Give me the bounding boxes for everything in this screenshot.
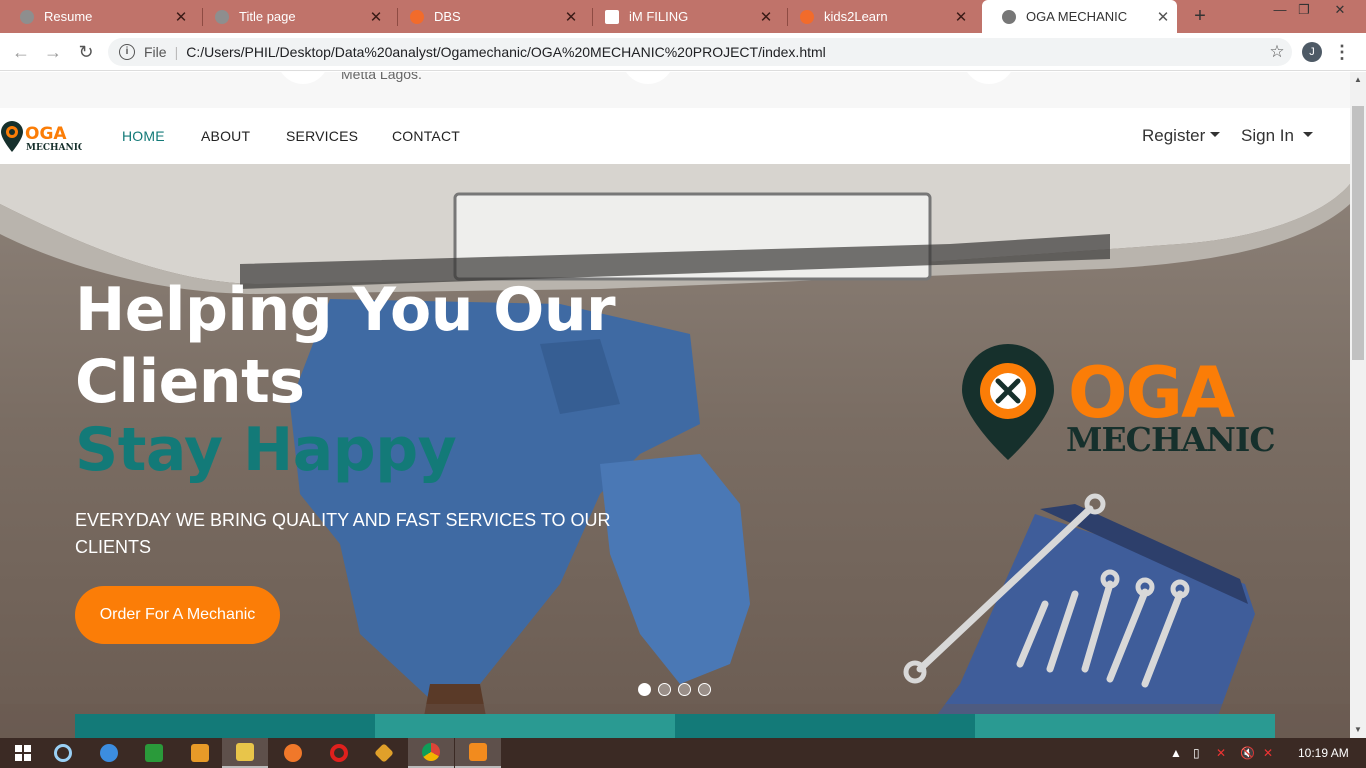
tab-resume[interactable]: Resume ✕ bbox=[0, 0, 195, 33]
ie-icon[interactable] bbox=[86, 738, 132, 768]
location-circle bbox=[277, 72, 329, 84]
scroll-down-icon[interactable]: ▼ bbox=[1350, 722, 1366, 738]
scrollbar-thumb[interactable] bbox=[1352, 106, 1364, 360]
nav-home[interactable]: HOME bbox=[122, 128, 165, 144]
restore-icon[interactable]: ❐ bbox=[1290, 0, 1318, 22]
feature-box bbox=[375, 714, 675, 738]
hero-headline-accent: Stay Happy bbox=[75, 415, 457, 485]
email-circle bbox=[963, 72, 1015, 84]
media-player-icon[interactable] bbox=[177, 738, 223, 768]
tab-oga-mechanic[interactable]: OGA MECHANIC ✕ bbox=[982, 0, 1177, 33]
phone-circle bbox=[622, 72, 674, 84]
address-fragment: Metta Lagos. bbox=[341, 72, 422, 82]
hero-brand-logo: OGA MECHANIC bbox=[962, 344, 1276, 460]
file-explorer-icon[interactable] bbox=[222, 738, 268, 768]
close-icon[interactable]: ✕ bbox=[167, 8, 195, 26]
carousel-indicators bbox=[638, 683, 711, 696]
hero-carousel: Helping You Our Clients Stay Happy EVERY… bbox=[0, 164, 1350, 738]
reload-icon[interactable]: ↻ bbox=[75, 41, 97, 63]
close-icon[interactable]: ✕ bbox=[947, 8, 975, 26]
bookmark-star-icon[interactable]: ☆ bbox=[1262, 42, 1292, 62]
feature-box bbox=[75, 714, 375, 738]
volume-icon[interactable]: 🔇 bbox=[1240, 738, 1255, 768]
url-text[interactable]: C:/Users/PHIL/Desktop/Data%20analyst/Oga… bbox=[186, 44, 1262, 60]
tab-title-page[interactable]: Title page ✕ bbox=[195, 0, 390, 33]
page-scrollbar[interactable]: ▲ ▼ bbox=[1350, 72, 1366, 738]
register-dropdown[interactable]: Register bbox=[1142, 126, 1221, 146]
tab-dbs[interactable]: DBS ✕ bbox=[390, 0, 585, 33]
hero-subtext: EVERYDAY WE BRING QUALITY AND FAST SERVI… bbox=[75, 510, 611, 557]
globe-icon bbox=[1002, 9, 1016, 24]
top-info-strip: Metta Lagos. bbox=[0, 72, 1350, 108]
nav-contact[interactable]: CONTACT bbox=[392, 128, 460, 144]
brand-word: OGA bbox=[25, 124, 67, 144]
more-menu-icon[interactable]: ⋮ bbox=[1333, 41, 1351, 63]
browser-tab-strip: Resume ✕ Title page ✕ DBS ✕ iM FILING ✕ … bbox=[0, 0, 1366, 33]
show-hidden-icons[interactable]: ▲ bbox=[1170, 738, 1182, 768]
address-bar[interactable]: i File | C:/Users/PHIL/Desktop/Data%20an… bbox=[108, 38, 1292, 66]
new-tab-plus-icon[interactable]: + bbox=[1188, 4, 1212, 28]
browser-toolbar: ← → ↻ i File | C:/Users/PHIL/Desktop/Dat… bbox=[0, 33, 1366, 71]
tab-im-filing[interactable]: iM FILING ✕ bbox=[585, 0, 780, 33]
tab-label: iM FILING bbox=[629, 9, 689, 24]
signin-dropdown[interactable]: Sign In bbox=[1241, 126, 1313, 146]
tab-label: kids2Learn bbox=[824, 9, 888, 24]
network-icon[interactable]: ✕ bbox=[1216, 738, 1226, 768]
sublime-icon[interactable] bbox=[455, 738, 501, 768]
scroll-up-icon[interactable]: ▲ bbox=[1350, 72, 1366, 88]
page-viewport: Metta Lagos. OGA MECHANIC HOME ABOUT SER… bbox=[0, 72, 1350, 738]
back-arrow-icon[interactable]: ← bbox=[10, 41, 32, 63]
signin-label: Sign In bbox=[1241, 126, 1294, 145]
scheme-label: File bbox=[144, 44, 167, 60]
feature-box bbox=[675, 714, 975, 738]
globe-icon bbox=[215, 9, 229, 24]
windows-taskbar: ▲ ▯ ✕ 🔇 ✕ 10:19 AM bbox=[0, 738, 1366, 768]
git-icon[interactable] bbox=[361, 738, 407, 768]
carousel-dot[interactable] bbox=[638, 683, 651, 696]
notification-icon[interactable]: ✕ bbox=[1263, 738, 1273, 768]
close-icon[interactable]: ✕ bbox=[1149, 8, 1177, 26]
battery-icon[interactable]: ▯ bbox=[1193, 738, 1200, 768]
caret-down-icon bbox=[1210, 132, 1221, 138]
close-window-icon[interactable]: ✕ bbox=[1326, 0, 1354, 22]
register-label: Register bbox=[1142, 126, 1206, 145]
hero-headline: Helping You Our Clients bbox=[75, 275, 616, 417]
firefox-swirl-icon bbox=[800, 9, 814, 24]
close-icon[interactable]: ✕ bbox=[557, 8, 585, 26]
brand-logo[interactable]: OGA MECHANIC bbox=[0, 119, 82, 153]
nav-about[interactable]: ABOUT bbox=[201, 128, 250, 144]
feature-box bbox=[975, 714, 1275, 738]
logo-sub: MECHANIC bbox=[1066, 420, 1275, 459]
flag-icon bbox=[605, 9, 619, 24]
brand-sub: MECHANIC bbox=[26, 143, 82, 153]
info-icon[interactable]: i bbox=[119, 44, 135, 60]
cortana-icon[interactable] bbox=[40, 738, 86, 768]
globe-icon bbox=[20, 9, 34, 24]
opera-icon[interactable] bbox=[316, 738, 362, 768]
taskbar-empty-area bbox=[900, 738, 1160, 768]
nav-services[interactable]: SERVICES bbox=[286, 128, 358, 144]
firefox-icon[interactable] bbox=[270, 738, 316, 768]
chrome-icon[interactable] bbox=[408, 738, 454, 768]
store-icon[interactable] bbox=[131, 738, 177, 768]
close-icon[interactable]: ✕ bbox=[362, 8, 390, 26]
carousel-dot[interactable] bbox=[698, 683, 711, 696]
tab-label: Resume bbox=[44, 9, 93, 24]
carousel-dot[interactable] bbox=[658, 683, 671, 696]
carousel-dot[interactable] bbox=[678, 683, 691, 696]
profile-avatar[interactable]: J bbox=[1302, 42, 1322, 62]
tab-label: DBS bbox=[434, 9, 461, 24]
forward-arrow-icon[interactable]: → bbox=[42, 41, 64, 63]
firefox-swirl-icon bbox=[410, 9, 424, 24]
tab-kids2learn[interactable]: kids2Learn ✕ bbox=[780, 0, 975, 33]
order-mechanic-button[interactable]: Order For A Mechanic bbox=[75, 586, 280, 644]
tab-label: OGA MECHANIC bbox=[1026, 9, 1128, 24]
main-navbar: OGA MECHANIC HOME ABOUT SERVICES CONTACT… bbox=[0, 109, 1350, 164]
caret-down-icon bbox=[1302, 132, 1313, 138]
tab-label: Title page bbox=[239, 9, 296, 24]
divider: | bbox=[174, 44, 179, 60]
close-icon[interactable]: ✕ bbox=[752, 8, 780, 26]
taskbar-clock[interactable]: 10:19 AM bbox=[1298, 738, 1349, 768]
